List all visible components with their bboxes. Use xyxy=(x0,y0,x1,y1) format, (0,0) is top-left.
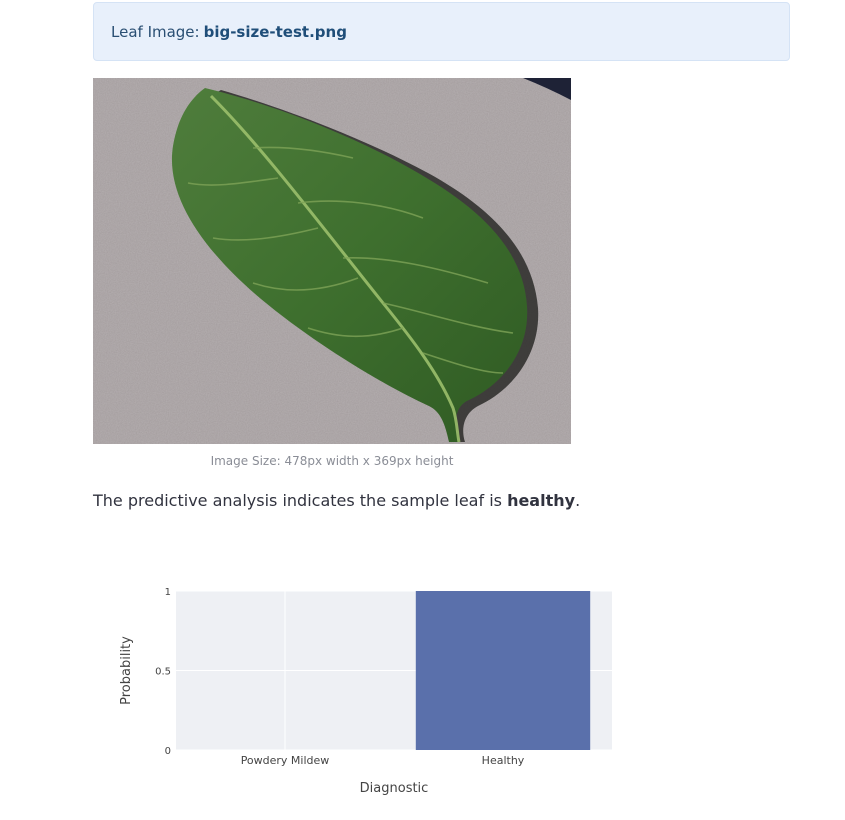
info-prefix: Leaf Image: xyxy=(111,22,200,41)
x-tick-label: Powdery Mildew xyxy=(241,754,330,767)
y-tick-label: 0.5 xyxy=(155,667,171,678)
bar-healthy xyxy=(415,591,591,750)
plot-background xyxy=(176,591,612,750)
x-axis-title: Diagnostic xyxy=(360,781,429,796)
image-size-caption: Image Size: 478px width x 369px height xyxy=(210,454,454,468)
analysis-prefix: The predictive analysis indicates the sa… xyxy=(93,491,508,510)
leaf-photo xyxy=(93,78,571,444)
analysis-result: healthy xyxy=(507,491,576,510)
analysis-result-text: The predictive analysis indicates the sa… xyxy=(93,491,580,510)
analysis-suffix: . xyxy=(575,491,581,510)
y-tick-label: 0 xyxy=(165,746,171,757)
y-axis-title: Probability xyxy=(119,636,134,705)
leaf-image xyxy=(93,78,571,444)
x-tick-label: Healthy xyxy=(482,754,525,767)
y-tick-label: 1 xyxy=(165,587,171,598)
image-filename: big-size-test.png xyxy=(203,22,347,41)
leaf-image-info-box: Leaf Image: big-size-test.png xyxy=(93,2,790,61)
